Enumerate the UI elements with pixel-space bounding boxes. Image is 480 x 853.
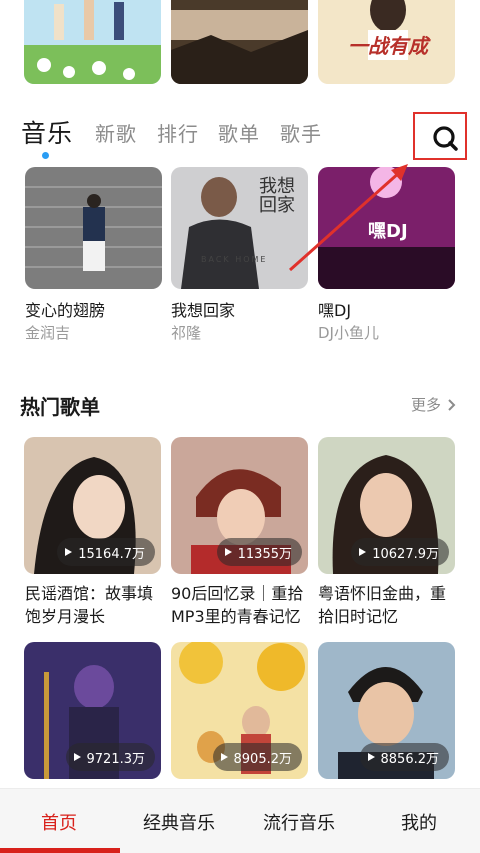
tab-singers[interactable]: 歌手 [280,118,322,147]
playlist-cover-2[interactable]: 11355万 [171,437,308,574]
banner-1[interactable] [24,0,161,84]
more-link[interactable]: 更多 [411,394,456,415]
banner-3[interactable]: 一战有成 [318,0,455,84]
play-icon [224,548,232,556]
playlist-cover-6[interactable]: 8856.2万 [318,642,455,779]
play-count-badge-1: 15164.7万 [57,538,155,566]
nav-home[interactable]: 首页 [41,809,77,835]
banner-2-art [171,0,308,84]
chevron-right-icon [448,399,456,411]
nav-classic-music[interactable]: 经典音乐 [143,809,215,835]
tab-charts[interactable]: 排行 [157,118,199,147]
play-count-badge-3: 10627.9万 [351,538,449,566]
playlist-cover-5[interactable]: 8905.2万 [171,642,308,779]
play-count-2: 11355万 [237,546,292,562]
search-button[interactable] [428,123,462,153]
song-cover-2-subtext: BACK HOME [201,255,268,264]
song-artist-3[interactable]: DJ小鱼儿 [318,322,379,343]
play-icon [367,753,375,761]
active-nav-indicator [0,848,120,853]
play-count-6: 8856.2万 [380,751,440,767]
play-count-3: 10627.9万 [372,546,439,562]
play-icon [220,753,228,761]
bottom-nav: 首页 经典音乐 流行音乐 我的 [0,788,480,853]
song-cover-1-art [25,167,162,289]
playlist-title-3[interactable]: 粤语怀旧金曲，重拾旧时记忆 [318,582,458,628]
play-count-badge-5: 8905.2万 [212,743,302,771]
play-count-badge-2: 11355万 [216,538,302,566]
play-count-4: 9721.3万 [86,751,146,767]
song-artist-1[interactable]: 金润吉 [25,322,70,343]
playlist-title-2[interactable]: 90后回忆录｜重拾MP3里的青春记忆 [171,582,311,628]
song-title-2[interactable]: 我想回家 [171,297,235,321]
song-title-3[interactable]: 嘿DJ [318,297,351,321]
playlist-title-1[interactable]: 民谣酒馆：故事填饱岁月漫长 [25,582,165,628]
banner-strip: 一战有成 [0,0,480,88]
playlist-cover-4[interactable]: 9721.3万 [24,642,161,779]
play-icon [65,548,73,556]
banner-1-art [24,0,161,84]
play-count-5: 8905.2万 [233,751,293,767]
song-title-1[interactable]: 变心的翅膀 [25,297,105,321]
annotation-arrow [289,164,408,272]
banner-3-caption: 一战有成 [348,34,428,58]
tab-playlists[interactable]: 歌单 [218,118,260,147]
playlist-cover-3[interactable]: 10627.9万 [318,437,455,574]
more-link-label: 更多 [411,396,442,414]
song-artist-2[interactable]: 祁隆 [171,322,201,343]
tab-music[interactable]: 音乐 [21,114,73,150]
tab-new-songs[interactable]: 新歌 [95,118,137,147]
play-count-1: 15164.7万 [78,546,145,562]
section-title: 热门歌单 [20,395,100,419]
play-count-badge-4: 9721.3万 [65,743,155,771]
search-icon [433,126,458,151]
song-cover-1[interactable] [25,167,162,289]
play-icon [359,548,367,556]
play-icon [73,753,81,761]
active-tab-indicator [42,152,49,159]
nav-mine[interactable]: 我的 [401,809,437,835]
nav-pop-music[interactable]: 流行音乐 [263,809,335,835]
play-count-badge-6: 8856.2万 [359,743,449,771]
banner-2[interactable] [171,0,308,84]
playlist-cover-1[interactable]: 15164.7万 [24,437,161,574]
